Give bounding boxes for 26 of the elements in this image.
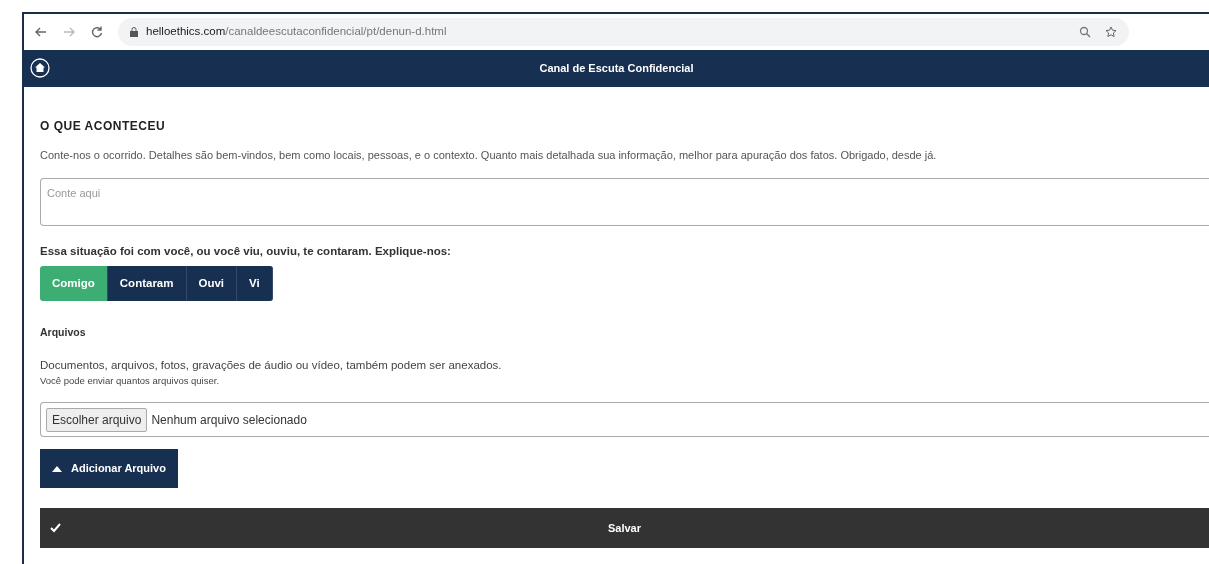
files-note: Você pode enviar quantos arquivos quiser. [40, 374, 221, 388]
section-title: O QUE ACONTECEU [40, 118, 167, 135]
star-icon[interactable] [1105, 26, 1117, 38]
reload-icon[interactable] [90, 25, 104, 39]
option-button[interactable]: Vi [237, 265, 273, 301]
page-title: Canal de Escuta Confidencial [539, 61, 694, 77]
files-description: Documentos, arquivos, fotos, gravações de áudio ou vídeo, também podem ser anexados. [40, 357, 503, 373]
save-button[interactable]: Salvar [40, 507, 1209, 548]
choose-file-button[interactable]: Escolher arquivo [46, 407, 148, 432]
back-icon[interactable] [34, 25, 48, 39]
file-status: Nenhum arquivo selecionado [151, 411, 307, 429]
url-text: helloethics.com/canaldeescutaconfidencial/pt/denun-d.html [146, 24, 448, 40]
option-button[interactable]: Contaram [107, 265, 187, 301]
file-input[interactable]: Escolher arquivo Nenhum arquivo selecionado [40, 402, 1209, 438]
address-bar[interactable]: helloethics.com/canaldeescutaconfidencial/pt/denun-d.html [118, 18, 1129, 46]
question-label: Essa situação foi com você, ou você viu, ouviu, te contaram. Explique-nos: [40, 243, 452, 259]
home-icon[interactable] [30, 58, 50, 78]
zoom-icon[interactable] [1079, 26, 1091, 38]
text-area[interactable]: Conte aqui [40, 177, 1209, 226]
files-title: Arquivos [40, 325, 87, 340]
option-button[interactable]: Ouvi [186, 265, 238, 301]
lock-icon [130, 27, 138, 37]
upload-icon [52, 465, 62, 472]
section-description: Conte-nos o ocorrido. Detalhes são bem-vindos, bem como locais, pessoas, e o contexto. Quanto mais detalhada sua informação, melhor para apuração dos fatos. Obrigado, desde já. [40, 148, 938, 163]
add-file-button[interactable]: Adicionar Arquivo [40, 449, 178, 488]
check-icon [50, 522, 61, 533]
